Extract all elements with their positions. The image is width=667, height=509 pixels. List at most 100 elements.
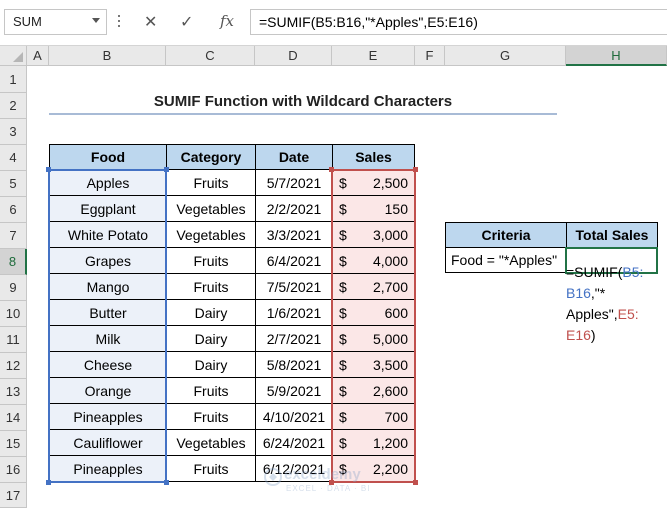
drag-handle-icon[interactable] xyxy=(117,12,121,32)
column-header-f[interactable]: F xyxy=(415,46,445,66)
cell-sales[interactable]: $150 xyxy=(332,196,415,222)
cell-category[interactable]: Dairy xyxy=(166,326,256,352)
row-header-12[interactable]: 12 xyxy=(0,353,27,379)
cell-sales[interactable]: $5,000 xyxy=(332,326,415,352)
row-header-7[interactable]: 7 xyxy=(0,223,27,249)
cell-category[interactable]: Fruits xyxy=(166,404,256,430)
cell-category[interactable]: Vegetables xyxy=(166,196,256,222)
row-header-3[interactable]: 3 xyxy=(0,119,27,145)
cell-category[interactable]: Fruits xyxy=(166,248,256,274)
cell-food[interactable]: White Potato xyxy=(49,222,167,248)
watermark-name: exceldemy xyxy=(284,466,361,483)
cell-date[interactable]: 1/6/2021 xyxy=(255,300,333,326)
cell-food[interactable]: Pineapples xyxy=(49,404,167,430)
cell-sales[interactable]: $4,000 xyxy=(332,248,415,274)
column-header-b[interactable]: B xyxy=(49,46,166,66)
cell-category[interactable]: Dairy xyxy=(166,300,256,326)
cell-date[interactable]: 4/10/2021 xyxy=(255,404,333,430)
cell-food[interactable]: Eggplant xyxy=(49,196,167,222)
watermark: exceldemy EXCEL · DATA · BI xyxy=(262,462,412,498)
total-sales-header[interactable]: Total Sales xyxy=(566,222,658,248)
cell-food[interactable]: Cheese xyxy=(49,352,167,378)
formula-input[interactable]: =SUMIF(B5:B16,"*Apples",E5:E16) xyxy=(250,9,667,35)
column-header-g[interactable]: G xyxy=(445,46,566,66)
cell-sales[interactable]: $2,600 xyxy=(332,378,415,404)
cell-sales[interactable]: $2,500 xyxy=(332,170,415,196)
row-header-9[interactable]: 9 xyxy=(0,275,27,301)
row-header-8[interactable]: 8 xyxy=(0,249,27,275)
formula-text: Apples", xyxy=(566,306,618,322)
cell-date[interactable]: 2/2/2021 xyxy=(255,196,333,222)
row-header-10[interactable]: 10 xyxy=(0,301,27,327)
cell-food[interactable]: Milk xyxy=(49,326,167,352)
cell-sales[interactable]: $3,000 xyxy=(332,222,415,248)
sales-value: 2,500 xyxy=(372,175,408,191)
row-header-16[interactable]: 16 xyxy=(0,457,27,483)
cell-date[interactable]: 6/24/2021 xyxy=(255,430,333,456)
cell-date[interactable]: 2/7/2021 xyxy=(255,326,333,352)
currency-symbol: $ xyxy=(339,305,347,321)
cell-food[interactable]: Grapes xyxy=(49,248,167,274)
formula-text: ,"* xyxy=(590,285,606,301)
row-header-17[interactable]: 17 xyxy=(0,483,27,508)
row-header-2[interactable]: 2 xyxy=(0,93,27,119)
table-header-category[interactable]: Category xyxy=(166,144,256,170)
cell-category[interactable]: Fruits xyxy=(166,170,256,196)
chevron-down-icon[interactable] xyxy=(92,18,100,23)
column-header-d[interactable]: D xyxy=(255,46,332,66)
cell-food[interactable]: Pineapples xyxy=(49,456,167,482)
cell-food[interactable]: Apples xyxy=(49,170,167,196)
cell-date[interactable]: 5/9/2021 xyxy=(255,378,333,404)
cell-food[interactable]: Mango xyxy=(49,274,167,300)
column-header-a[interactable]: A xyxy=(27,46,49,66)
in-cell-formula-editor[interactable]: =SUMIF(B5: B16,"* Apples",E5: E16) xyxy=(566,262,667,346)
formula-actions: ✕ ✓ fx xyxy=(136,9,244,35)
cell-date[interactable]: 7/5/2021 xyxy=(255,274,333,300)
cell-category[interactable]: Vegetables xyxy=(166,430,256,456)
select-all-button[interactable] xyxy=(0,46,27,66)
cell-sales[interactable]: $2,700 xyxy=(332,274,415,300)
enter-icon[interactable]: ✓ xyxy=(180,12,193,32)
formula-text: =SUMIF( xyxy=(566,264,623,280)
criteria-header[interactable]: Criteria xyxy=(445,222,567,248)
row-header-6[interactable]: 6 xyxy=(0,197,27,223)
cell-date[interactable]: 5/8/2021 xyxy=(255,352,333,378)
cell-date[interactable]: 3/3/2021 xyxy=(255,222,333,248)
row-header-14[interactable]: 14 xyxy=(0,405,27,431)
currency-symbol: $ xyxy=(339,201,347,217)
column-header-c[interactable]: C xyxy=(166,46,255,66)
criteria-value-cell[interactable]: Food = "*Apples" xyxy=(445,247,567,273)
formula-ref-e16: E16 xyxy=(566,327,591,343)
cell-sales[interactable]: $600 xyxy=(332,300,415,326)
column-header-h[interactable]: H xyxy=(566,46,667,66)
sheet-title: SUMIF Function with Wildcard Characters xyxy=(49,93,557,115)
cell-category[interactable]: Vegetables xyxy=(166,222,256,248)
row-header-11[interactable]: 11 xyxy=(0,327,27,353)
cell-category[interactable]: Fruits xyxy=(166,378,256,404)
row-header-15[interactable]: 15 xyxy=(0,431,27,457)
cell-sales[interactable]: $700 xyxy=(332,404,415,430)
cancel-icon[interactable]: ✕ xyxy=(144,12,157,32)
table-header-food[interactable]: Food xyxy=(49,144,167,170)
cell-date[interactable]: 5/7/2021 xyxy=(255,170,333,196)
table-header-date[interactable]: Date xyxy=(255,144,333,170)
cell-category[interactable]: Fruits xyxy=(166,456,256,482)
cell-food[interactable]: Butter xyxy=(49,300,167,326)
name-box[interactable]: SUM xyxy=(4,9,107,35)
insert-function-icon[interactable]: fx xyxy=(220,12,234,30)
cell-sales[interactable]: $1,200 xyxy=(332,430,415,456)
sales-value: 3,000 xyxy=(372,227,408,243)
column-header-e[interactable]: E xyxy=(332,46,415,66)
cell-category[interactable]: Fruits xyxy=(166,274,256,300)
row-header-1[interactable]: 1 xyxy=(0,66,27,93)
cell-date[interactable]: 6/4/2021 xyxy=(255,248,333,274)
cell-food[interactable]: Orange xyxy=(49,378,167,404)
cell-category[interactable]: Dairy xyxy=(166,352,256,378)
cell-sales[interactable]: $3,500 xyxy=(332,352,415,378)
row-header-13[interactable]: 13 xyxy=(0,379,27,405)
row-header-5[interactable]: 5 xyxy=(0,171,27,197)
cell-food[interactable]: Cauliflower xyxy=(49,430,167,456)
currency-symbol: $ xyxy=(339,253,347,269)
row-header-4[interactable]: 4 xyxy=(0,145,27,171)
table-header-sales[interactable]: Sales xyxy=(332,144,415,170)
